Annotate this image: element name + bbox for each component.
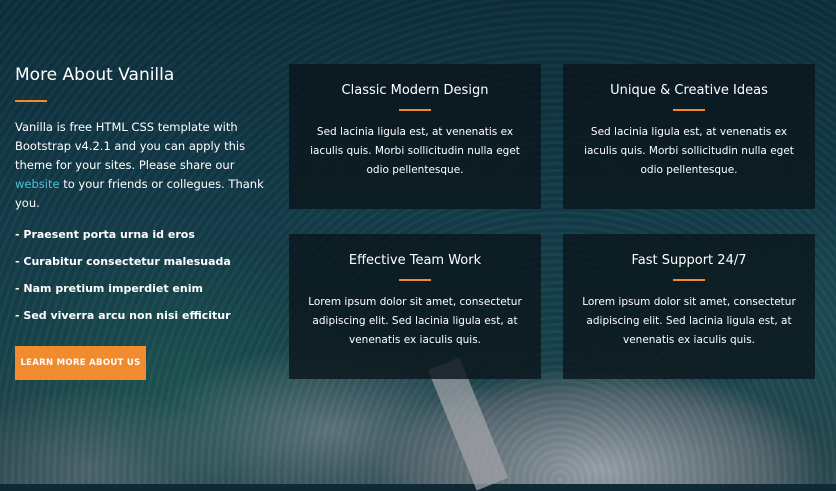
feature-card-effective-team-work: Effective Team Work Lorem ipsum dolor si… xyxy=(289,234,541,379)
about-text-before-link: Vanilla is free HTML CSS template with B… xyxy=(15,120,246,172)
learn-more-button[interactable]: LEARN MORE ABOUT US xyxy=(15,346,146,380)
feature-text: Lorem ipsum dolor sit amet, consectetur … xyxy=(582,296,796,346)
feature-title: Unique & Creative Ideas xyxy=(610,83,768,98)
about-section: More About Vanilla Vanilla is free HTML … xyxy=(15,62,270,380)
list-item: - Nam pretium imperdiet enim xyxy=(15,282,203,295)
about-list: - Praesent porta urna id eros - Curabitu… xyxy=(15,227,270,323)
feature-text: Lorem ipsum dolor sit amet, consectetur … xyxy=(308,296,522,346)
list-item: - Curabitur consectetur malesuada xyxy=(15,255,231,268)
list-item: - Sed viverra arcu non nisi efficitur xyxy=(15,309,231,322)
feature-underline xyxy=(673,109,705,111)
website-link[interactable]: website xyxy=(15,177,60,191)
feature-title: Fast Support 24/7 xyxy=(631,253,747,268)
feature-title: Classic Modern Design xyxy=(341,83,489,98)
list-item: - Praesent porta urna id eros xyxy=(15,228,195,241)
feature-underline xyxy=(673,279,705,281)
feature-card-unique-creative-ideas: Unique & Creative Ideas Sed lacinia ligu… xyxy=(563,64,815,209)
feature-underline xyxy=(399,279,431,281)
feature-card-fast-support: Fast Support 24/7 Lorem ipsum dolor sit … xyxy=(563,234,815,379)
feature-title: Effective Team Work xyxy=(348,253,482,268)
title-underline xyxy=(15,100,47,102)
about-title: More About Vanilla xyxy=(15,65,175,85)
feature-underline xyxy=(399,109,431,111)
feature-text: Sed lacinia ligula est, at venenatis ex … xyxy=(310,126,520,176)
feature-text: Sed lacinia ligula est, at venenatis ex … xyxy=(584,126,794,176)
feature-card-classic-modern-design: Classic Modern Design Sed lacinia ligula… xyxy=(289,64,541,209)
about-description: Vanilla is free HTML CSS template with B… xyxy=(15,118,270,213)
